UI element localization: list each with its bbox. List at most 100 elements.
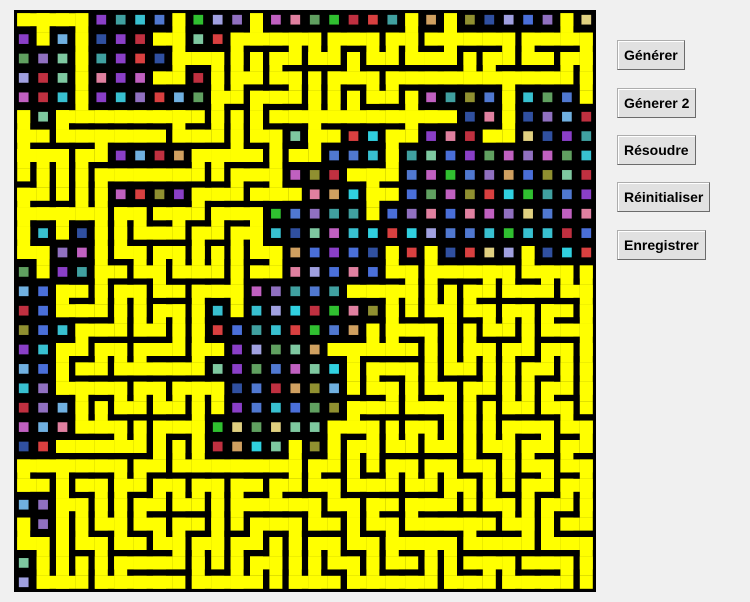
path-segment [133,304,147,324]
path-cell [191,517,205,531]
path-segment [114,401,134,415]
path-segment [347,52,360,72]
path-segment [172,478,186,499]
unvisited-tile [38,383,48,394]
path-segment [521,478,535,499]
path-segment [579,459,593,479]
path-cell [94,362,108,376]
path-segment [56,517,69,537]
path-segment [327,71,341,91]
unvisited-tile [484,189,495,200]
unvisited-tile [309,247,320,258]
unvisited-tile [290,131,301,141]
path-segment [191,420,205,440]
path-segment [75,381,89,402]
generate-2-button[interactable]: Génerer 2 [617,88,697,118]
unvisited-tile [445,228,456,238]
maze-canvas[interactable] [14,10,596,592]
unvisited-tile [309,189,320,200]
path-segment [172,323,186,343]
unvisited-tile [329,267,339,277]
solve-button[interactable]: Résoudre [617,135,696,165]
path-segment [36,207,56,221]
unvisited-tile [465,247,475,258]
path-segment [521,246,535,266]
path-segment [94,575,115,589]
path-segment [385,246,399,266]
path-segment [75,537,95,550]
path-segment [114,575,134,589]
save-button[interactable]: Enregistrer [617,230,706,260]
path-segment [75,323,89,343]
unvisited-tile [174,92,184,103]
generate-button[interactable]: Générer [617,40,685,70]
path-cell [405,343,419,356]
unvisited-tile [523,111,533,122]
path-cell [288,52,302,65]
unvisited-tile [387,208,398,219]
unvisited-tile [581,247,592,258]
path-cell [211,556,225,570]
path-cell [94,149,108,162]
unvisited-tile [368,247,378,258]
path-segment [114,537,134,550]
unvisited-tile [581,170,592,180]
reset-button[interactable]: Réinitialiser [617,182,711,212]
unvisited-tile [115,150,126,161]
path-segment [463,478,477,499]
path-segment [347,168,367,182]
path-segment [133,381,147,402]
path-segment [153,284,173,298]
path-cell [172,343,186,356]
unvisited-tile [329,383,339,394]
path-segment [36,149,50,169]
path-segment [172,168,192,182]
path-cell [579,401,593,415]
unvisited-tile [484,14,495,25]
path-cell [579,575,593,589]
path-segment [56,575,76,589]
path-segment [347,343,360,363]
unvisited-tile [38,111,48,122]
path-segment [521,304,535,324]
path-segment [36,246,50,266]
path-segment [288,149,309,162]
path-cell [327,517,341,531]
unvisited-tile [329,325,339,335]
path-segment [172,537,186,557]
unvisited-tile [115,34,126,44]
path-segment [521,381,535,402]
path-cell [385,498,399,512]
path-segment [172,110,186,130]
unvisited-tile [542,92,553,103]
path-segment [366,110,386,124]
path-segment [250,13,263,33]
path-segment [502,556,516,576]
path-segment [405,459,419,479]
path-cell [424,575,438,589]
path-cell [75,284,89,298]
path-segment [405,401,425,415]
path-segment [153,381,166,402]
unvisited-tile [38,344,48,355]
path-segment [424,284,438,305]
path-cell [560,498,574,512]
unvisited-tile [212,325,223,335]
path-segment [288,575,309,589]
path-segment [405,265,419,285]
unvisited-tile [426,14,436,25]
path-segment [482,323,503,337]
path-segment [133,459,147,479]
path-segment [191,129,212,143]
path-cell [347,381,360,395]
path-cell [541,284,554,298]
path-segment [133,284,147,305]
path-segment [133,575,153,589]
path-segment [560,32,580,46]
path-segment [521,323,535,343]
unvisited-tile [523,14,533,25]
unvisited-tile [309,402,320,413]
path-cell [191,207,205,221]
path-segment [172,129,192,143]
path-segment [579,284,593,305]
